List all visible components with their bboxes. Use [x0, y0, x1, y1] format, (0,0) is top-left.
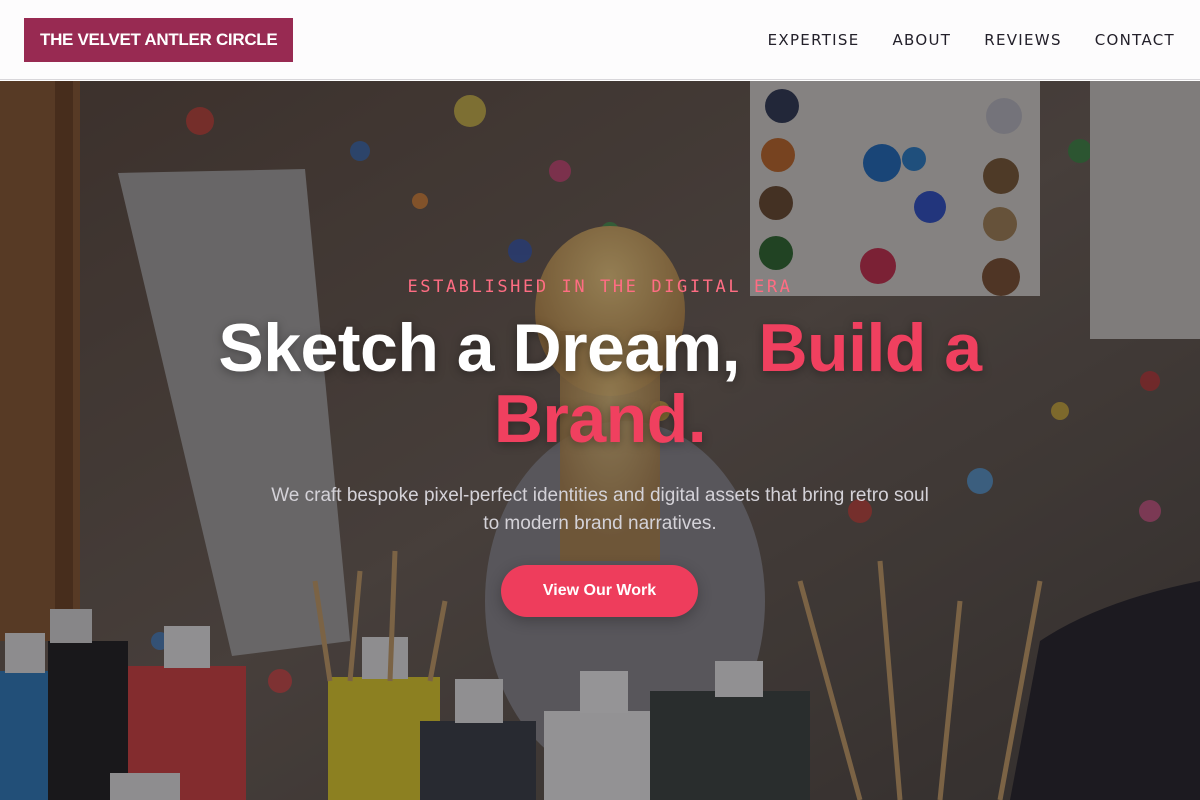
hero-eyebrow: ESTABLISHED IN THE DIGITAL ERA	[407, 277, 793, 297]
hero-title: Sketch a Dream, Build a Brand.	[150, 313, 1050, 455]
site-header: THE VELVET ANTLER CIRCLE EXPERTISE ABOUT…	[0, 0, 1200, 80]
nav-link-contact[interactable]: CONTACT	[1095, 31, 1175, 49]
view-our-work-button[interactable]: View Our Work	[501, 565, 698, 617]
brand-logo[interactable]: THE VELVET ANTLER CIRCLE	[24, 17, 294, 62]
main-nav: EXPERTISE ABOUT REVIEWS CONTACT	[768, 31, 1176, 49]
hero-content: ESTABLISHED IN THE DIGITAL ERA Sketch a …	[0, 81, 1200, 800]
nav-link-expertise[interactable]: EXPERTISE	[768, 31, 860, 49]
nav-link-reviews[interactable]: REVIEWS	[984, 31, 1062, 49]
hero-title-main: Sketch a Dream,	[218, 310, 759, 386]
nav-link-about[interactable]: ABOUT	[893, 31, 952, 49]
hero-section: ESTABLISHED IN THE DIGITAL ERA Sketch a …	[0, 81, 1200, 800]
hero-subtitle: We craft bespoke pixel-perfect identitie…	[271, 485, 929, 534]
